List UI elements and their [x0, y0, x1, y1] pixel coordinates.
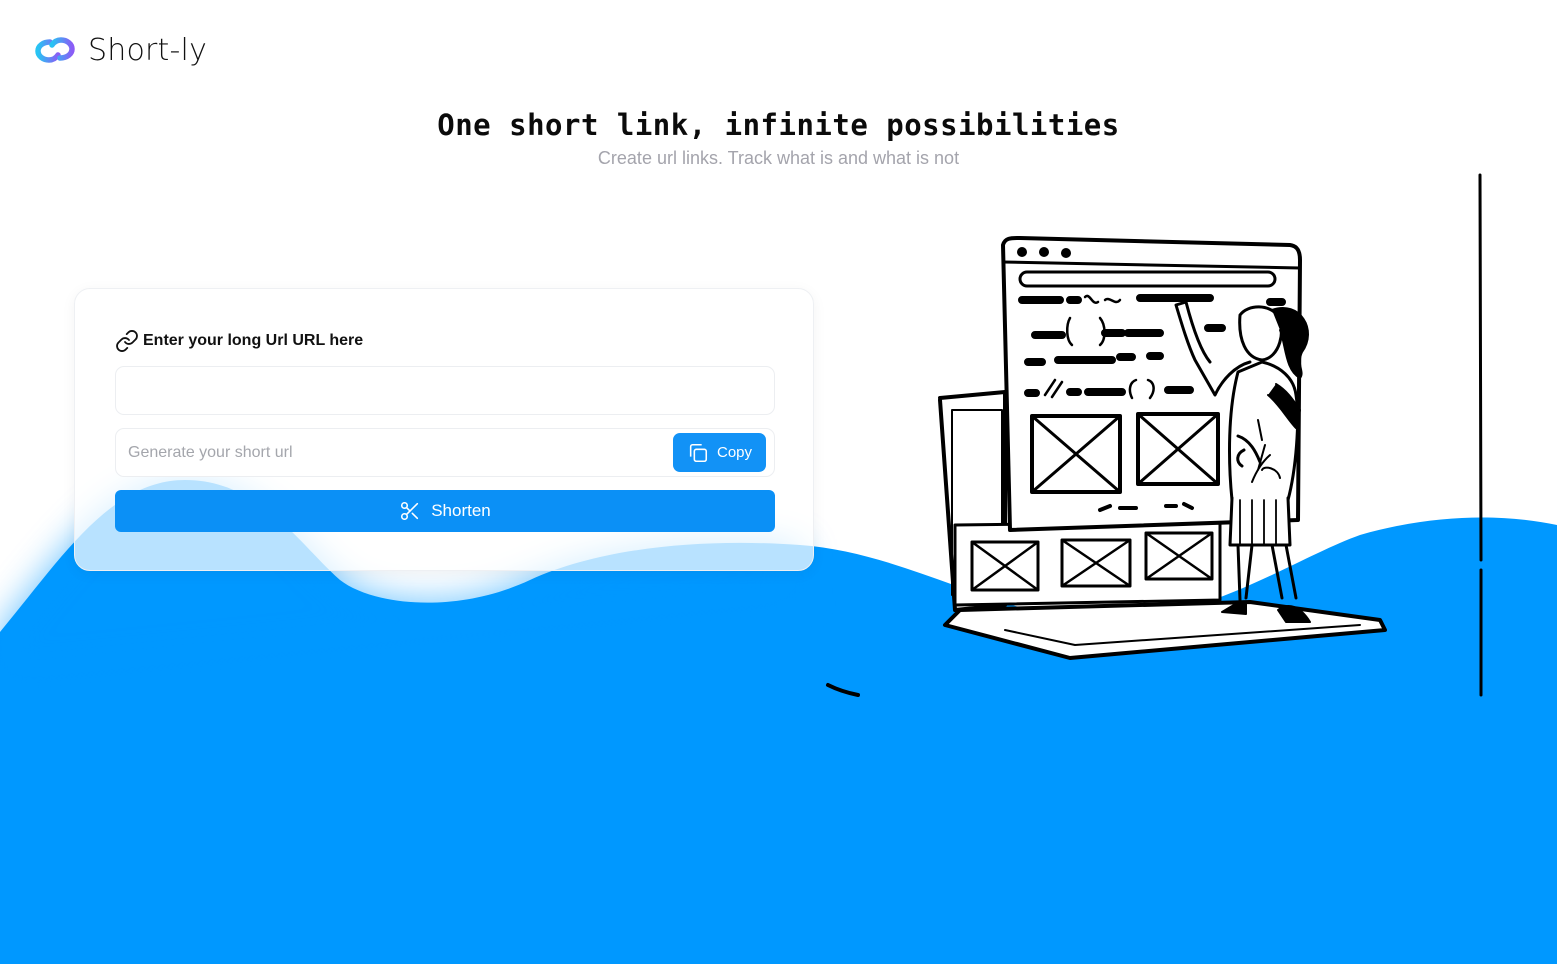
long-url-input[interactable]: [115, 366, 775, 415]
long-url-label-text: Enter your long Url URL here: [143, 332, 364, 349]
scissors-icon: [401, 501, 419, 521]
shorten-button[interactable]: Shorten: [115, 490, 775, 532]
copy-button-label: Copy: [716, 444, 753, 461]
developer-wireframe-illustration: [826, 173, 1483, 697]
page-title: One short link, infinite possibilities: [437, 108, 1120, 142]
short-url-field: Copy: [115, 428, 775, 477]
shorten-form-card: Enter your long Url URL here Copy Shorte…: [74, 288, 814, 571]
page-subtitle: Create url links. Track what is and what…: [597, 148, 960, 168]
short-url-input[interactable]: [116, 429, 680, 476]
brand-name[interactable]: Short-ly: [88, 33, 207, 68]
long-url-label: Enter your long Url URL here: [115, 329, 363, 353]
infinity-link-icon[interactable]: [34, 32, 76, 68]
hero: One short link, infinite possibilities C…: [0, 108, 1557, 169]
link-icon: [116, 330, 138, 352]
copy-icon: [689, 443, 708, 462]
header: Short-ly: [34, 32, 207, 68]
shorten-button-label: Shorten: [431, 501, 491, 520]
copy-button[interactable]: Copy: [673, 433, 766, 472]
